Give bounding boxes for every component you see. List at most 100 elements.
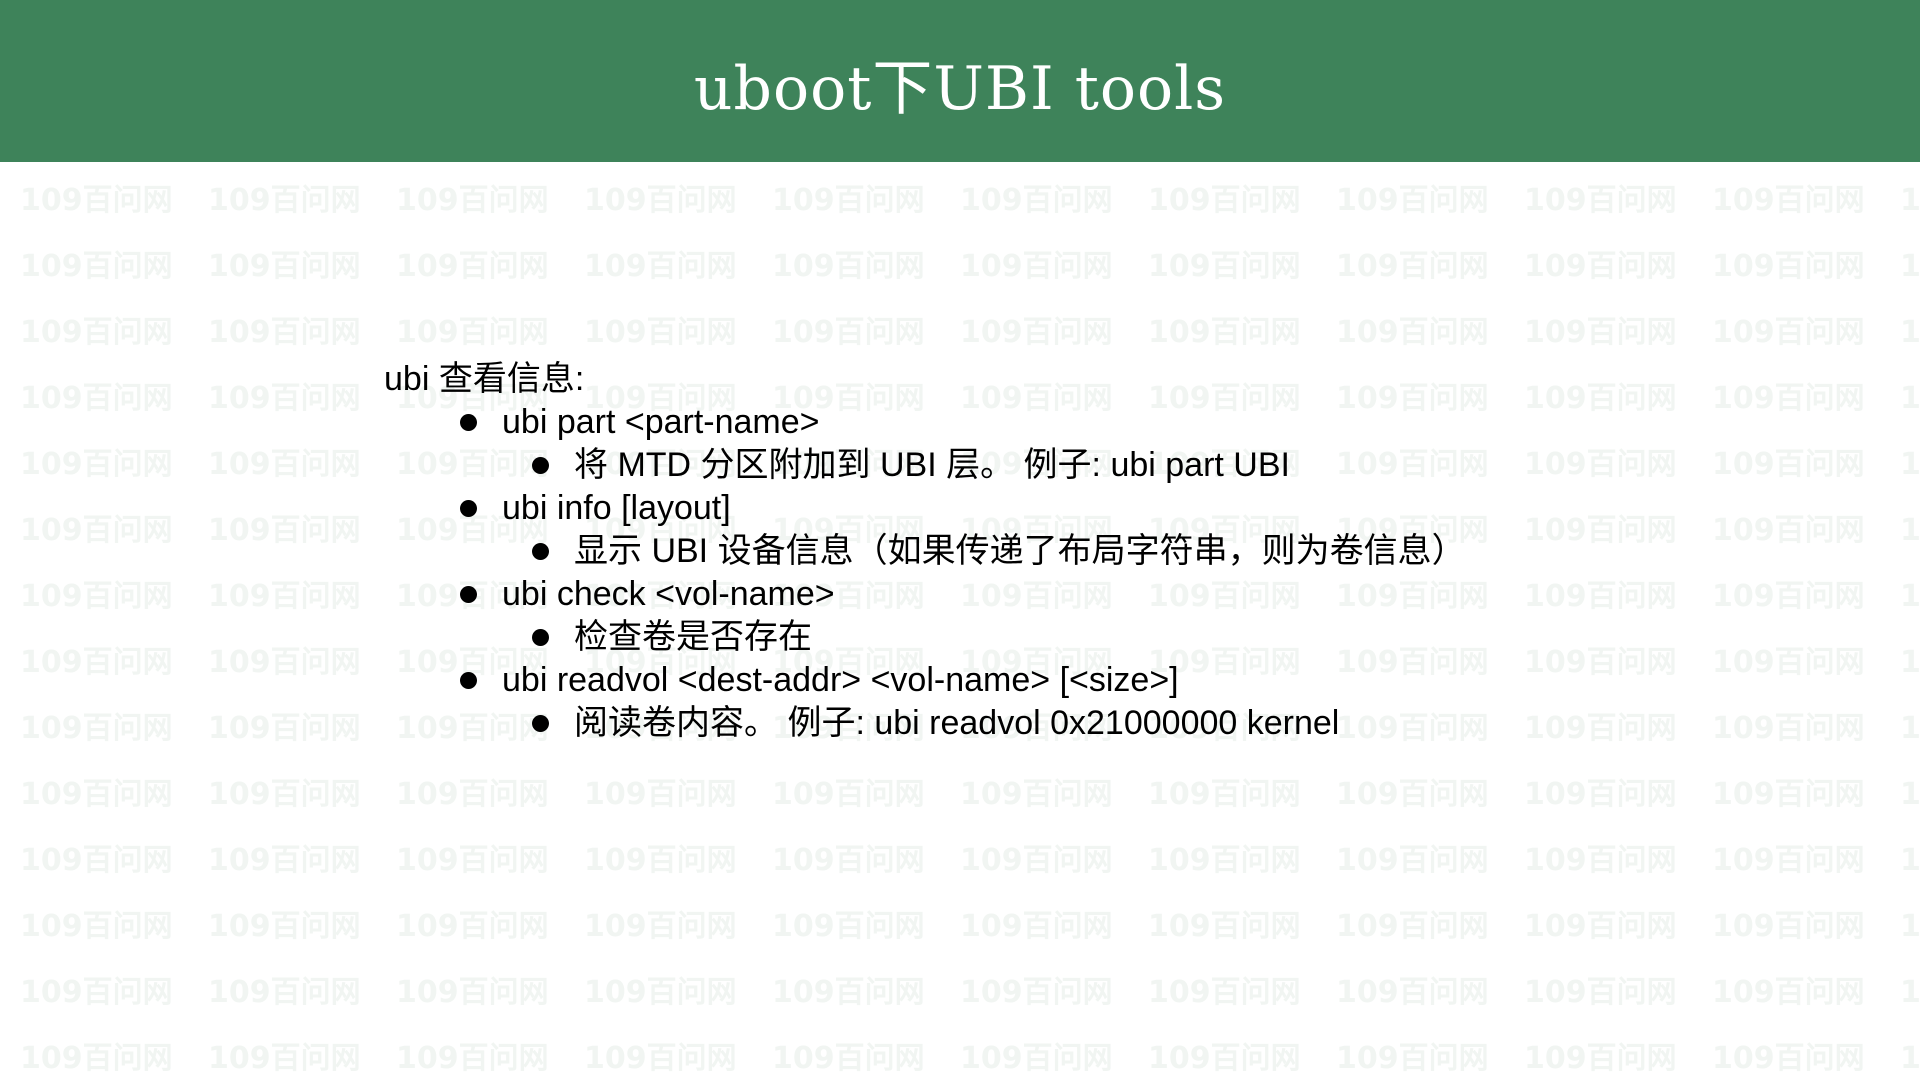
watermark-logo: 109百问网	[20, 183, 173, 218]
watermark-logo: 109百问网	[1524, 249, 1677, 284]
watermark-logo: 109百问网	[1900, 315, 1920, 350]
description-text: 检查卷是否存在	[574, 618, 812, 656]
watermark-logo: 109百问网	[960, 315, 1113, 350]
watermark-logo: 109百问网	[208, 249, 361, 284]
watermark-logo: 109百问网	[20, 1041, 173, 1076]
command-text: ubi check <vol-name>	[502, 575, 835, 613]
watermark-logo: 109百问网	[1712, 645, 1865, 680]
watermark-logo: 109百问网	[1712, 579, 1865, 614]
watermark-logo: 109百问网	[208, 447, 361, 482]
watermark-logo: 109百问网	[1336, 249, 1489, 284]
watermark-logo: 109百问网	[1336, 1041, 1489, 1076]
watermark-logo: 109百问网	[1524, 513, 1677, 548]
bullet-icon	[460, 586, 477, 603]
watermark-logo: 109百问网	[960, 1041, 1113, 1076]
watermark-logo: 109百问网	[1524, 315, 1677, 350]
watermark-logo: 109百问网	[1148, 777, 1301, 812]
watermark-logo: 109百问网	[772, 909, 925, 944]
sub-bullet-item: 阅读卷内容。 例子: ubi readvol 0x21000000 kernel	[384, 702, 1466, 745]
watermark-logo: 109百问网	[1336, 975, 1489, 1010]
slide: uboot下UBI tools 109百问网 109百问网 109百问网 109百问网…	[0, 0, 1920, 1080]
bullet-icon	[532, 543, 549, 560]
watermark-logo: 109百问网	[1524, 1041, 1677, 1076]
watermark-logo: 109百问网	[1524, 183, 1677, 218]
watermark-logo: 109百问网	[1336, 777, 1489, 812]
watermark-logo: 109百问网	[208, 315, 361, 350]
watermark-logo: 109百问网	[1524, 711, 1677, 746]
bullet-icon	[532, 629, 549, 646]
watermark-logo: 109百问网	[1148, 975, 1301, 1010]
watermark-logo: 109百问网	[1524, 777, 1677, 812]
watermark-logo: 109百问网	[772, 975, 925, 1010]
watermark-row: 109百问网 109百问网 109百问网 109百问网 109百问网 109百问网 109百…	[20, 186, 1920, 216]
watermark-logo: 109百问网	[1148, 909, 1301, 944]
watermark-logo: 109百问网	[1900, 381, 1920, 416]
intro-line: ubi 查看信息:	[384, 360, 585, 398]
watermark-logo: 109百问网	[396, 843, 549, 878]
bullet-item: ubi info [layout]	[384, 487, 1466, 530]
command-text: ubi part <part-name>	[502, 403, 820, 441]
watermark-logo: 109百问网	[1712, 1041, 1865, 1076]
bullet-item: ubi check <vol-name>	[384, 573, 1466, 616]
watermark-logo: 109百问网	[772, 777, 925, 812]
sub-bullet-item: 将 MTD 分区附加到 UBI 层。 例子: ubi part UBI	[384, 444, 1466, 487]
watermark-row: 109百问网 109百问网 109百问网 109百问网 109百问网 109百问网 109百…	[20, 846, 1920, 876]
watermark-logo: 109百问网	[960, 777, 1113, 812]
watermark-logo: 109百问网	[1524, 579, 1677, 614]
watermark-logo: 109百问网	[208, 513, 361, 548]
watermark-logo: 109百问网	[20, 315, 173, 350]
watermark-logo: 109百问网	[1148, 1041, 1301, 1076]
watermark-row: 109百问网 109百问网 109百问网 109百问网 109百问网 109百问网 109百…	[20, 912, 1920, 942]
watermark-logo: 109百问网	[396, 249, 549, 284]
watermark-row: 109百问网 109百问网 109百问网 109百问网 109百问网 109百问网 109百…	[20, 1044, 1920, 1074]
sub-bullet-item: 显示 UBI 设备信息（如果传递了布局字符串，则为卷信息）	[384, 530, 1466, 573]
watermark-logo: 109百问网	[1336, 183, 1489, 218]
description-text: 显示 UBI 设备信息（如果传递了布局字符串，则为卷信息）	[574, 532, 1466, 570]
watermark-logo: 109百问网	[960, 843, 1113, 878]
bullet-icon	[460, 414, 477, 431]
watermark-logo: 109百问网	[1148, 315, 1301, 350]
watermark-logo: 109百问网	[20, 513, 173, 548]
watermark-logo: 109百问网	[20, 645, 173, 680]
watermark-logo: 109百问网	[1900, 843, 1920, 878]
watermark-logo: 109百问网	[20, 843, 173, 878]
bullet-icon	[460, 672, 477, 689]
watermark-logo: 109百问网	[1712, 381, 1865, 416]
watermark-logo: 109百问网	[772, 1041, 925, 1076]
watermark-logo: 109百问网	[396, 975, 549, 1010]
command-text: ubi readvol <dest-addr> <vol-name> [<siz…	[502, 661, 1179, 699]
watermark-logo: 109百问网	[20, 777, 173, 812]
watermark-logo: 109百问网	[1524, 645, 1677, 680]
watermark-logo: 109百问网	[208, 1041, 361, 1076]
watermark-logo: 109百问网	[1900, 975, 1920, 1010]
watermark-logo: 109百问网	[1900, 711, 1920, 746]
watermark-logo: 109百问网	[1712, 909, 1865, 944]
watermark-logo: 109百问网	[1900, 183, 1920, 218]
watermark-logo: 109百问网	[960, 909, 1113, 944]
watermark-logo: 109百问网	[208, 645, 361, 680]
watermark-logo: 109百问网	[584, 777, 737, 812]
watermark-logo: 109百问网	[20, 447, 173, 482]
watermark-logo: 109百问网	[1712, 447, 1865, 482]
watermark-logo: 109百问网	[1336, 315, 1489, 350]
watermark-logo: 109百问网	[772, 249, 925, 284]
watermark-logo: 109百问网	[1900, 1041, 1920, 1076]
bullet-icon	[532, 457, 549, 474]
watermark-logo: 109百问网	[396, 315, 549, 350]
watermark-row: 109百问网 109百问网 109百问网 109百问网 109百问网 109百问网 109百…	[20, 978, 1920, 1008]
watermark-logo: 109百问网	[1712, 249, 1865, 284]
watermark-logo: 109百问网	[1148, 183, 1301, 218]
watermark-logo: 109百问网	[1524, 843, 1677, 878]
watermark-logo: 109百问网	[1900, 579, 1920, 614]
watermark-logo: 109百问网	[208, 777, 361, 812]
watermark-logo: 109百问网	[20, 579, 173, 614]
watermark-row: 109百问网 109百问网 109百问网 109百问网 109百问网 109百问网 109百…	[20, 780, 1920, 810]
watermark-logo: 109百问网	[20, 249, 173, 284]
watermark-logo: 109百问网	[1900, 645, 1920, 680]
watermark-logo: 109百问网	[208, 711, 361, 746]
watermark-logo: 109百问网	[584, 315, 737, 350]
watermark-logo: 109百问网	[20, 381, 173, 416]
watermark-logo: 109百问网	[1524, 447, 1677, 482]
watermark-logo: 109百问网	[1336, 843, 1489, 878]
watermark-logo: 109百问网	[1900, 513, 1920, 548]
